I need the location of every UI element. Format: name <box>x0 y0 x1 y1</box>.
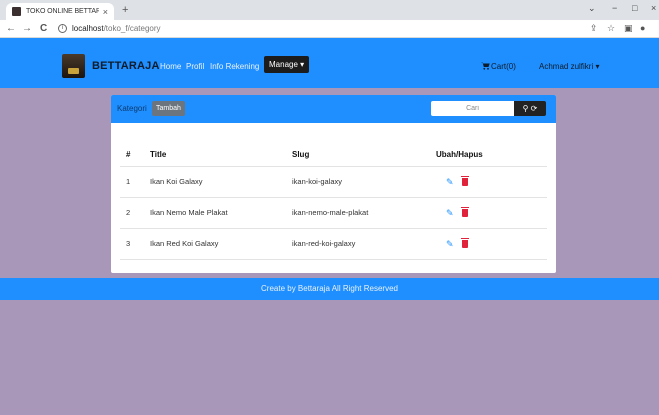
side-panel-icon[interactable]: ▣ <box>624 23 633 34</box>
new-tab-icon[interactable]: + <box>122 4 128 16</box>
manage-dropdown[interactable]: Manage ▾ <box>264 56 310 73</box>
bookmark-star-icon[interactable]: ☆ <box>607 23 615 34</box>
trash-icon[interactable] <box>461 175 469 186</box>
cart-label: Cart(0) <box>491 62 516 71</box>
cell-title: Ikan Koi Galaxy <box>144 166 288 198</box>
cell-actions: ✎ <box>432 228 547 260</box>
nav-link-home[interactable]: Home <box>160 62 181 71</box>
search-input[interactable] <box>431 101 514 116</box>
table-row: 1 Ikan Koi Galaxy ikan-koi-galaxy ✎ <box>120 166 547 198</box>
cell-slug: ikan-nemo-male-plakat <box>288 197 432 229</box>
footer-text: Create by Bettaraja All Right Reserved <box>261 284 398 293</box>
col-header-slug: Slug <box>288 143 432 167</box>
minimize-icon[interactable]: − <box>612 3 617 13</box>
cell-number: 1 <box>120 166 144 198</box>
url-field[interactable]: localhost/toko_f/category <box>72 24 161 33</box>
url-host: localhost <box>72 24 104 33</box>
site-navbar: BETTARAJA Home Profil Info Rekening Mana… <box>0 38 659 88</box>
col-header-actions: Ubah/Hapus <box>432 143 547 167</box>
browser-tab[interactable]: TOKO ONLINE BETTARAJA × <box>6 3 114 20</box>
address-bar: ← → C i localhost/toko_f/category ⇪ ☆ ▣ … <box>0 20 659 38</box>
card-header: Kategori Tambah ⚲ ⟳ <box>111 95 556 123</box>
share-icon[interactable]: ⇪ <box>590 23 598 34</box>
cart-icon <box>481 62 490 70</box>
back-icon[interactable]: ← <box>6 23 16 34</box>
col-header-title: Title <box>144 143 288 167</box>
window-close-icon[interactable]: × <box>651 3 656 13</box>
cart-link[interactable]: Cart(0) <box>481 62 516 71</box>
nav-link-profil[interactable]: Profil <box>186 62 204 71</box>
edit-icon[interactable]: ✎ <box>446 239 454 248</box>
trash-icon[interactable] <box>461 206 469 217</box>
tab-list-icon[interactable]: ⌄ <box>588 3 596 14</box>
favicon-icon <box>12 7 21 16</box>
category-card: Kategori Tambah ⚲ ⟳ # Title Slug Ubah/Ha… <box>111 95 556 273</box>
col-header-number: # <box>120 143 144 167</box>
cell-number: 2 <box>120 197 144 229</box>
nav-link-info-rekening[interactable]: Info Rekening <box>210 62 259 71</box>
url-path: /toko_f/category <box>103 24 161 33</box>
brand-logo[interactable] <box>62 54 85 78</box>
tab-close-icon[interactable]: × <box>103 7 108 17</box>
category-table: # Title Slug Ubah/Hapus 1 Ikan Koi Galax… <box>120 143 547 260</box>
cell-actions: ✎ <box>432 166 547 198</box>
forward-icon[interactable]: → <box>22 23 32 34</box>
edit-icon[interactable]: ✎ <box>446 208 454 217</box>
restore-icon[interactable]: □ <box>632 3 637 13</box>
site-footer: Create by Bettaraja All Right Reserved <box>0 278 659 300</box>
reload-icon[interactable]: C <box>40 23 47 34</box>
brand-name[interactable]: BETTARAJA <box>92 60 160 72</box>
table-row: 2 Ikan Nemo Male Plakat ikan-nemo-male-p… <box>120 197 547 229</box>
cell-actions: ✎ <box>432 197 547 229</box>
site-info-icon[interactable]: i <box>58 24 67 33</box>
profile-icon[interactable]: ● <box>640 23 645 33</box>
user-dropdown[interactable]: Achmad zulfikri ▾ <box>539 62 599 71</box>
edit-icon[interactable]: ✎ <box>446 177 454 186</box>
table-header-row: # Title Slug Ubah/Hapus <box>120 143 547 167</box>
trash-icon[interactable] <box>461 237 469 248</box>
add-category-button[interactable]: Tambah <box>152 101 185 116</box>
table-row: 3 Ikan Red Koi Galaxy ikan-red-koi-galax… <box>120 228 547 260</box>
cell-slug: ikan-red-koi-galaxy <box>288 228 432 260</box>
search-button[interactable]: ⚲ ⟳ <box>514 101 546 116</box>
tab-title: TOKO ONLINE BETTARAJA <box>26 8 99 15</box>
card-title: Kategori <box>117 104 147 113</box>
cell-title: Ikan Red Koi Galaxy <box>144 228 288 260</box>
browser-tab-bar: TOKO ONLINE BETTARAJA × + ⌄ − □ × <box>0 0 659 20</box>
cell-slug: ikan-koi-galaxy <box>288 166 432 198</box>
cell-number: 3 <box>120 228 144 260</box>
cell-title: Ikan Nemo Male Plakat <box>144 197 288 229</box>
